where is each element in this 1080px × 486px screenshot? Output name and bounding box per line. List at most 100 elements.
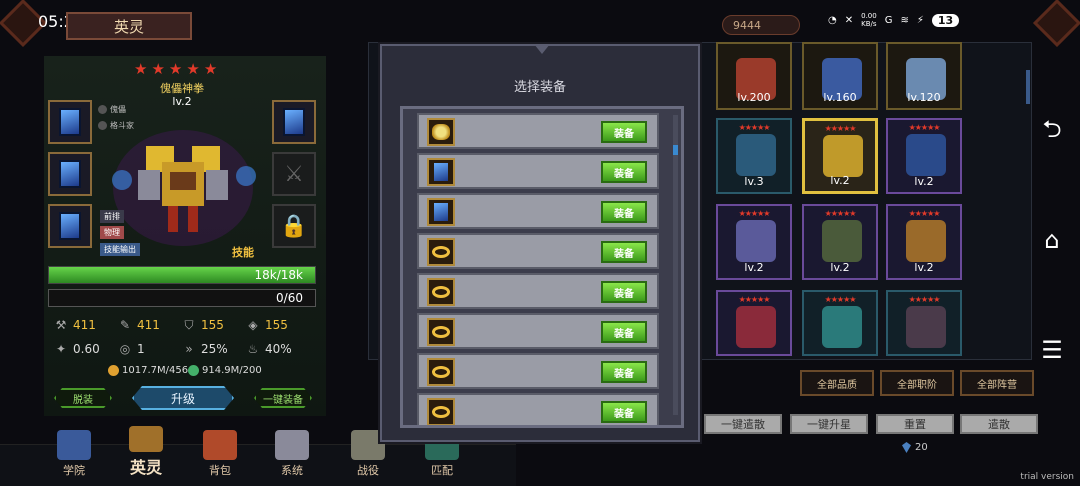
card-stars: ★★★★★ [738,295,771,304]
list-item[interactable]: 装备 [417,233,659,269]
menu-icon[interactable]: ☰ [1036,334,1068,366]
ring-icon [432,286,450,298]
hero-card[interactable]: ★★★★★ lv.2 [886,118,962,194]
skill-label: 技能 [232,246,254,259]
coin-icon [108,365,119,376]
green-resource: 914.9M/200 [188,365,262,376]
ring-icon [432,246,450,258]
hero-card[interactable]: ★★★★★ [716,290,792,356]
equip-button[interactable]: 装备 [601,401,647,423]
mute-icon: ✕ [844,14,854,26]
grid-scrollbar[interactable] [1026,70,1030,104]
xp-bar: 0/60 [48,289,316,307]
locked-slot[interactable]: 🔒 [272,204,316,248]
list-item[interactable]: 装备 [417,193,659,229]
upgrade-button[interactable]: 升级 [132,386,234,410]
nav-system[interactable]: 系统 [266,430,318,482]
equipment-slot [427,318,455,346]
stat-magic-attack: ✎ 411 [119,318,160,332]
ring-icon [432,406,450,418]
list-item[interactable]: 装备 [417,153,659,189]
list-item[interactable]: 装备 [417,273,659,309]
stat-attack: ⚒ 411 [55,318,96,332]
list-scrollbar[interactable] [673,115,678,415]
hero-card-selected[interactable]: ★★★★★ lv.2 [802,118,878,194]
hero-card-top-2[interactable]: lv.160 [802,42,878,110]
battery-level: 13 [931,13,960,27]
equip-slot-4[interactable] [272,100,316,144]
filter-quality[interactable]: 全部品质 [800,370,874,396]
nav-academy[interactable]: 学院 [48,430,100,482]
back-icon[interactable]: ⮌ [1036,115,1068,148]
equip-button[interactable]: 装备 [601,161,647,183]
page-title: 英灵 [66,12,192,40]
equip-button[interactable]: 装备 [601,201,647,223]
nav-hero[interactable]: 英灵 [120,426,172,478]
dismiss-button[interactable]: 遣散 [960,414,1038,434]
corner-ornament-right [1032,0,1080,48]
star-up-all-button[interactable]: 一键升星 [790,414,868,434]
hero-card-top-3[interactable]: lv.120 [886,42,962,110]
hp-bar: 18k/18k [48,266,316,284]
dodge-icon: » [185,342,193,356]
star-icon: ★ [203,60,218,78]
weapon-slot[interactable]: ⚔ [272,152,316,196]
hero-card[interactable]: ★★★★★ [802,290,878,356]
tag-position: 前排 [100,210,124,223]
modal-title: 选择装备 [513,80,566,95]
hero-card[interactable]: ★★★★★ lv.2 [716,204,792,280]
magic-resist-icon: ◈ [248,318,258,332]
reset-button[interactable]: 重置 [876,414,954,434]
home-icon[interactable]: ⌂ [1036,224,1068,256]
tag-role: 技能输出 [100,243,140,256]
hero-stars: ★ ★ ★ ★ ★ [134,60,217,78]
tag-damage-type: 物理 [100,226,124,239]
star-icon: ★ [168,60,183,78]
lock-icon: 🔒 [280,213,308,239]
magic-attack-icon: ✎ [119,318,131,332]
equip-button[interactable]: 装备 [601,241,647,263]
hp-text: 18k/18k [254,268,303,282]
stat-crit: ✦ 0.60 [55,342,100,356]
attack-icon: ⚒ [55,318,67,332]
filter-faction[interactable]: 全部阵营 [960,370,1034,396]
equip-button[interactable]: 装备 [601,281,647,303]
equip-button[interactable]: 装备 [601,121,647,143]
auto-equip-button[interactable]: 一键装备 [254,388,312,408]
equip-slot-1[interactable] [48,100,92,144]
gem-icon [59,160,81,188]
hero-portrait [736,306,776,348]
gem-icon [434,163,448,181]
hero-card[interactable]: ★★★★★ [886,290,962,356]
hero-card[interactable]: ★★★★★ lv.2 [802,204,878,280]
stat-lifesteal: ♨ 40% [247,342,292,356]
nav-backpack[interactable]: 背包 [194,430,246,482]
dismiss-all-button[interactable]: 一键遣散 [704,414,782,434]
gem-icon [434,203,448,221]
card-stars: ★★★★★ [908,209,941,218]
equip-slot-3[interactable] [48,204,92,248]
filter-class[interactable]: 全部职阶 [880,370,954,396]
status-icons: ◔ ✕ 0.00 KB/s G ≋ ⚡ 13 [828,12,960,28]
list-item[interactable]: 装备 [417,113,659,149]
crit-icon: ✦ [55,342,67,356]
card-stars: ★★★★★ [824,295,857,304]
scroll-thumb[interactable] [673,145,678,155]
hero-card-top-1[interactable]: lv.200 [716,42,792,110]
stat-speed: ◎ 1 [119,342,145,356]
currency-display: 9444 [722,15,800,35]
list-item[interactable]: 装备 [417,393,659,425]
gem-icon [59,108,81,136]
wings-icon [275,430,309,460]
equipment-list[interactable]: 装备 装备 装备 装备 装备 装备 装备 装备 [400,106,684,428]
unequip-button[interactable]: 脱装 [54,388,112,408]
equip-button[interactable]: 装备 [601,321,647,343]
hero-card[interactable]: ★★★★★ lv.2 [886,204,962,280]
xp-text: 0/60 [276,291,303,305]
list-item[interactable]: 装备 [417,313,659,349]
gem-icon [902,442,911,453]
equip-button[interactable]: 装备 [601,361,647,383]
equip-slot-2[interactable] [48,152,92,196]
hero-card[interactable]: ★★★★★ lv.3 [716,118,792,194]
list-item[interactable]: 装备 [417,353,659,389]
